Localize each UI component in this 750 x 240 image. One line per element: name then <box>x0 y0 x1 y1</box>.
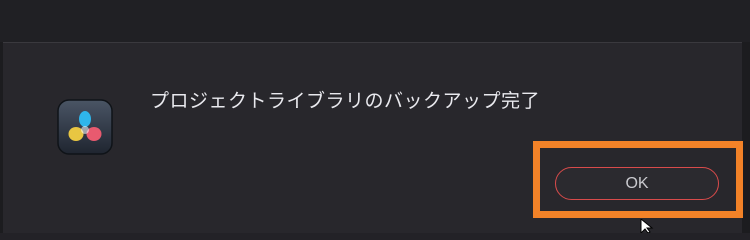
mouse-pointer-icon <box>640 219 654 233</box>
davinci-resolve-icon <box>57 99 113 155</box>
dialog-message: プロジェクトライブラリのバックアップ完了 <box>150 90 541 112</box>
dialog-window: プロジェクトライブラリのバックアップ完了 OK <box>0 0 750 233</box>
ok-button[interactable]: OK <box>555 167 719 200</box>
window-titlebar <box>0 0 750 43</box>
window-right-edge <box>742 42 750 233</box>
dialog-body <box>3 43 742 233</box>
